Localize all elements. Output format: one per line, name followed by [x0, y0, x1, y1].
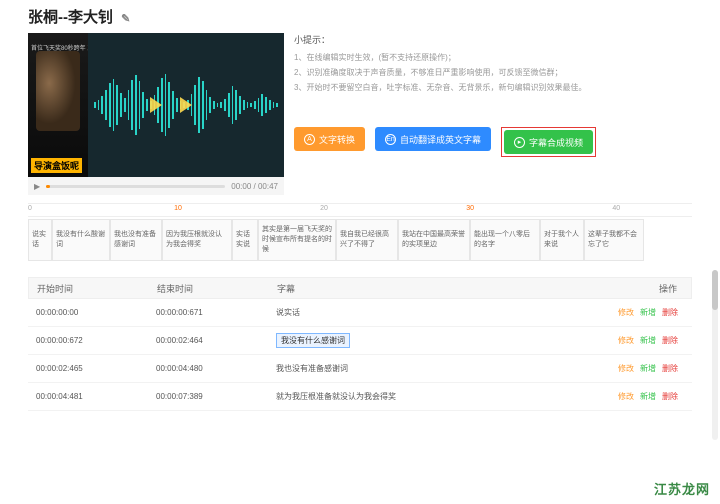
edit-link[interactable]: 修改 [618, 308, 634, 317]
segment[interactable]: 能出现一个八零后的名字 [470, 219, 540, 261]
segment[interactable]: 因为我压根就没认为我会得奖 [162, 219, 232, 261]
ruler-tick: 10 [174, 205, 182, 212]
cell-end: 00:00:04:480 [156, 364, 276, 373]
cell-start: 00:00:02:465 [36, 364, 156, 373]
tip-item: 1、在线编辑实时生效，(暂不支持还原操作)； [294, 50, 692, 65]
cell-start: 00:00:00:672 [36, 336, 156, 345]
button-label: 文字转换 [319, 133, 355, 146]
ruler-tick: 30 [466, 205, 474, 212]
tips-list: 1、在线编辑实时生效，(暂不支持还原操作)； 2、识别准确度取决于声音质量，不够… [294, 50, 692, 95]
title-text: 张桐--李大钊 [28, 9, 113, 26]
video-player: 首位飞天奖80秒跨年 真正的演员可以驾驭任何角色 导演盒饭呢 ▶ 00:00 /… [28, 33, 284, 195]
cell-ops: 修改新增删除 [574, 307, 684, 318]
cell-subtitle[interactable]: 说实话 [276, 307, 574, 318]
transcribe-icon: A [304, 134, 315, 145]
cell-subtitle[interactable]: 就为我压根准备就没认为我会得奖 [276, 391, 574, 402]
ruler-tick: 20 [320, 205, 328, 212]
col-ops: 操作 [573, 282, 683, 295]
play-icon[interactable] [180, 97, 192, 113]
tips-label: 小提示： [294, 33, 692, 46]
edit-link[interactable]: 修改 [618, 392, 634, 401]
compose-button[interactable]: ▸ 字幕合成视频 [504, 130, 593, 154]
translate-button[interactable]: En 自动翻译成英文字幕 [375, 127, 491, 151]
play-icon[interactable] [150, 97, 162, 113]
add-link[interactable]: 新增 [640, 308, 656, 317]
cell-start: 00:00:00:00 [36, 308, 156, 317]
play-small-icon[interactable]: ▶ [34, 182, 40, 191]
segment[interactable]: 说实话 [28, 219, 52, 261]
add-link[interactable]: 新增 [640, 392, 656, 401]
segment[interactable]: 这辈子我都不会忘了它 [584, 219, 644, 261]
col-start: 开始时间 [37, 282, 157, 295]
segment[interactable]: 其实是第一届飞天奖的时候宣布所有提名的时候 [258, 219, 336, 261]
table-row: 00:00:00:67200:00:02:464我没有什么感谢词 修改新增删除 [28, 327, 692, 355]
progress-track[interactable] [46, 185, 225, 188]
scrollbar[interactable] [712, 270, 718, 440]
ruler-tick: 0 [28, 205, 32, 212]
del-link[interactable]: 删除 [662, 364, 678, 373]
cell-end: 00:00:00:671 [156, 308, 276, 317]
del-link[interactable]: 删除 [662, 336, 678, 345]
cell-ops: 修改新增删除 [574, 363, 684, 374]
button-label: 字幕合成视频 [529, 136, 583, 149]
cell-subtitle[interactable]: 我也没有准备感谢词 [276, 363, 574, 374]
segment[interactable]: 我没有什么酸谢词 [52, 219, 110, 261]
translate-icon: En [385, 134, 396, 145]
subtitle-input[interactable]: 我没有什么感谢词 [276, 333, 350, 348]
del-link[interactable]: 删除 [662, 308, 678, 317]
segment[interactable]: 实话实说 [232, 219, 258, 261]
tip-item: 2、识别准确度取决于声音质量，不够准日严重影响使用，可反馈至微信群； [294, 65, 692, 80]
transcribe-button[interactable]: A 文字转换 [294, 127, 365, 151]
cell-end: 00:00:07:389 [156, 392, 276, 401]
add-link[interactable]: 新增 [640, 364, 656, 373]
watermark: 江苏龙网 [654, 479, 710, 498]
subtitle-table-header: 开始时间 结束时间 字幕 操作 [28, 277, 692, 299]
subtitle-table-body: 00:00:00:0000:00:00:671说实话修改新增删除00:00:00… [28, 299, 692, 411]
cell-ops: 修改新增删除 [574, 335, 684, 346]
time-display: 00:00 / 00:47 [231, 182, 278, 191]
segment-track[interactable]: 说实话我没有什么酸谢词我也没有准备感谢词因为我压根就没认为我会得奖实话实说其实是… [28, 219, 692, 261]
timeline-ruler[interactable]: 0 10 20 30 40 [28, 203, 692, 217]
compose-highlight-box: ▸ 字幕合成视频 [501, 127, 596, 157]
del-link[interactable]: 删除 [662, 392, 678, 401]
progress-bar[interactable]: ▶ 00:00 / 00:47 [28, 177, 284, 195]
video-canvas[interactable]: 首位飞天奖80秒跨年 真正的演员可以驾驭任何角色 导演盒饭呢 [28, 33, 284, 177]
cell-end: 00:00:02:464 [156, 336, 276, 345]
tip-item: 3、开始时不要留空白音，吐字标准、无杂音、无背景乐，新句编辑识别效果最佳。 [294, 80, 692, 95]
cell-ops: 修改新增删除 [574, 391, 684, 402]
col-end: 结束时间 [157, 282, 277, 295]
page-title: 张桐--李大钊 ✎ [28, 6, 692, 27]
table-row: 00:00:04:48100:00:07:389就为我压根准备就没认为我会得奖修… [28, 383, 692, 411]
edit-link[interactable]: 修改 [618, 336, 634, 345]
edit-title-icon[interactable]: ✎ [121, 13, 130, 25]
video-overlay-caption: 导演盒饭呢 [31, 158, 82, 173]
add-link[interactable]: 新增 [640, 336, 656, 345]
table-row: 00:00:00:0000:00:00:671说实话修改新增删除 [28, 299, 692, 327]
button-label: 自动翻译成英文字幕 [400, 133, 481, 146]
edit-link[interactable]: 修改 [618, 364, 634, 373]
segment[interactable]: 我自我已经很高兴了不得了 [336, 219, 398, 261]
table-row: 00:00:02:46500:00:04:480我也没有准备感谢词修改新增删除 [28, 355, 692, 383]
compose-icon: ▸ [514, 137, 525, 148]
col-subtitle: 字幕 [277, 282, 573, 295]
cell-start: 00:00:04:481 [36, 392, 156, 401]
segment[interactable]: 我也没有准备感谢词 [110, 219, 162, 261]
segment[interactable]: 对于我个人来说 [540, 219, 584, 261]
cell-subtitle[interactable]: 我没有什么感谢词 [276, 335, 574, 346]
waveform [88, 33, 284, 177]
ruler-tick: 40 [612, 205, 620, 212]
segment[interactable]: 我站在中国最高荣誉的实项里边 [398, 219, 470, 261]
